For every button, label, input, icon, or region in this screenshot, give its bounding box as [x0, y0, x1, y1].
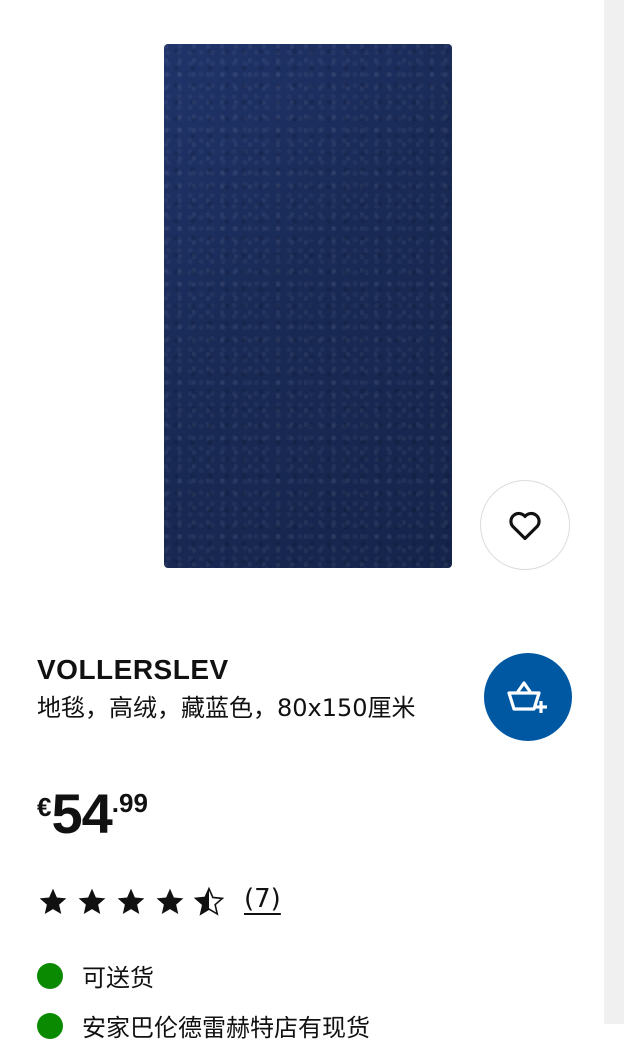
price-integer: 54	[51, 782, 112, 845]
status-dot	[37, 962, 63, 989]
rating-stars[interactable]	[37, 886, 225, 918]
availability-label: 可送货	[82, 964, 154, 992]
status-dot	[37, 1012, 63, 1039]
favourite-button[interactable]	[480, 480, 570, 570]
availability-delivery: 可送货	[37, 958, 154, 993]
star-icon	[78, 888, 106, 914]
star-icon	[117, 888, 145, 914]
product-image[interactable]	[164, 44, 452, 568]
product-name: VOLLERSLEV	[37, 654, 229, 685]
price-decimal: .99	[111, 788, 148, 818]
availability-store[interactable]: 安家巴伦德雷赫特店有现货	[37, 1008, 370, 1043]
star-icon	[39, 888, 67, 914]
star-icon	[193, 886, 225, 916]
scrollbar-track[interactable]	[604, 0, 624, 1024]
product-price: €54.99	[37, 784, 148, 844]
star-icon	[156, 888, 184, 914]
add-to-cart-button[interactable]	[484, 653, 572, 741]
review-count-link[interactable]: (7)	[244, 884, 281, 914]
heart-icon	[509, 511, 541, 541]
product-description: 地毯，高绒，藏蓝色，80x150厘米	[37, 694, 416, 722]
basket-plus-icon	[507, 681, 547, 713]
availability-label: 安家巴伦德雷赫特店有现货	[82, 1014, 370, 1042]
price-currency: €	[37, 792, 52, 822]
